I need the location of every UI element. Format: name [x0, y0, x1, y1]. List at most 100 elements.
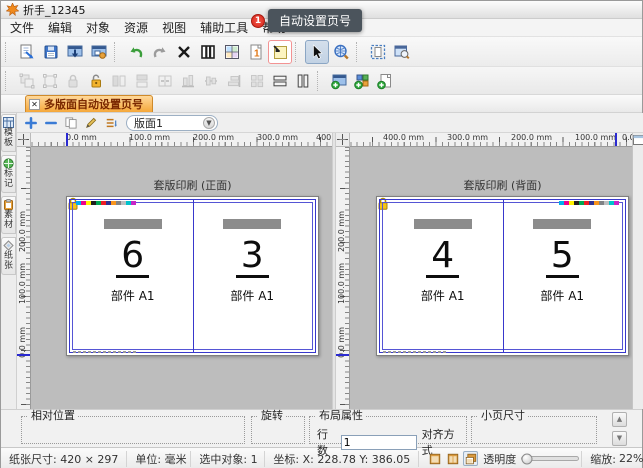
save-workspace-button[interactable]: [63, 40, 87, 64]
add-layout-item-button[interactable]: [21, 114, 40, 132]
layout-select[interactable]: 版面1 ▼: [126, 115, 218, 131]
align-bottom-icon: [179, 72, 197, 90]
selection-status: 选中对象: 1: [191, 451, 265, 467]
import-button[interactable]: [87, 40, 111, 64]
ruler-tick-label: 300.0 mm: [257, 133, 298, 142]
part-label: 部件 A1: [540, 287, 584, 304]
reorder-icon: [103, 115, 118, 130]
imposed-page[interactable]: 4 部件 A1: [383, 203, 503, 349]
group-icon: [18, 72, 36, 90]
lock-button: [61, 70, 84, 92]
view-mode-double-button[interactable]: [445, 451, 460, 466]
auto-page-number-button[interactable]: [268, 40, 292, 64]
sidebar-tab-标记[interactable]: 标记: [1, 155, 16, 193]
preview-icon: [393, 43, 411, 61]
ruler-zero-marker: [66, 133, 68, 146]
document-tab-label: 多版面自动设置页号: [44, 96, 143, 112]
vertical-ruler: 200.0 mm100.0 mm0.0 mm: [17, 147, 31, 409]
document-tab-bar: ✕ 多版面自动设置页号: [1, 95, 642, 113]
slug-line: [383, 351, 447, 353]
select-tool-button[interactable]: [305, 40, 329, 64]
add-page-icon: [376, 72, 394, 90]
sidebar-tab-素材[interactable]: 素材: [1, 196, 16, 234]
ruler-tick-label: 100.0 mm: [18, 263, 27, 304]
save-button[interactable]: [39, 40, 63, 64]
group-button: [15, 70, 38, 92]
equal-rows-button[interactable]: [268, 70, 291, 92]
fit-page-icon: [369, 43, 387, 61]
templates-icon: [3, 117, 14, 128]
toolbar-separator: [114, 42, 121, 62]
page-number: 6: [116, 238, 149, 278]
press-sheet[interactable]: 4 部件 A1 5 部件 A1: [376, 196, 629, 356]
reorder-layout-button[interactable]: [101, 114, 120, 132]
add-components-button[interactable]: [350, 70, 373, 92]
undo-button[interactable]: [124, 40, 148, 64]
scroll-up-icon[interactable]: ▲: [612, 412, 627, 427]
sidebar-tab-模板[interactable]: 模板: [1, 114, 16, 152]
layout-properties-label: 布局属性: [316, 410, 366, 422]
fit-page-button[interactable]: [366, 40, 390, 64]
add-page-button[interactable]: [373, 70, 396, 92]
menu-对象[interactable]: 对象: [79, 18, 117, 37]
right-panel-strip: [632, 133, 643, 409]
equal-rows-icon: [271, 72, 289, 90]
plate-overview-button[interactable]: [220, 40, 244, 64]
document-tab[interactable]: ✕ 多版面自动设置页号: [25, 95, 153, 112]
ruler-tick-label: 400.0 mm: [316, 133, 332, 142]
toolbar-grip: [5, 71, 12, 91]
unlock-button[interactable]: [84, 70, 107, 92]
view-mode-single-button[interactable]: [427, 451, 442, 466]
canvas-front: 0.0 mm100.0 mm200.0 mm300.0 mm400.0 mm20…: [17, 133, 332, 409]
redo-button[interactable]: [148, 40, 172, 64]
imposed-page[interactable]: 6 部件 A1: [73, 203, 193, 349]
equal-columns-button[interactable]: [291, 70, 314, 92]
horizontal-ruler: 0.0 mm100.0 mm200.0 mm300.0 mm400.0 mm: [31, 133, 332, 147]
imposed-page[interactable]: 3 部件 A1: [193, 203, 313, 349]
close-icon[interactable]: ✕: [29, 99, 40, 110]
page-area[interactable]: 套版印刷 (正面) 6 部件 A1 3 部件 A1: [31, 147, 332, 409]
save-icon: [42, 43, 60, 61]
scroll-down-icon[interactable]: ▼: [612, 431, 627, 446]
columns-view-button[interactable]: [196, 40, 220, 64]
duplicate-layout-button[interactable]: [61, 114, 80, 132]
menu-辅助工具[interactable]: 辅助工具: [193, 18, 255, 37]
view-double-icon: [446, 451, 460, 465]
callout-tooltip: 自动设置页号: [268, 9, 362, 32]
layout-toolbar: 版面1 ▼: [17, 113, 643, 133]
chevron-down-icon[interactable]: ▼: [203, 117, 215, 129]
sidebar-tab-纸张[interactable]: 纸张: [1, 237, 16, 275]
remove-layout-item-button[interactable]: [41, 114, 60, 132]
page-area[interactable]: 套版印刷 (背面) 4 部件 A1 5 部件 A1: [350, 147, 632, 409]
opacity-slider[interactable]: [521, 456, 579, 461]
ruler-origin-button[interactable]: [17, 133, 31, 147]
preview-button[interactable]: [390, 40, 414, 64]
export-document-button[interactable]: [15, 40, 39, 64]
rename-layout-button[interactable]: [81, 114, 100, 132]
panel-toggle-button[interactable]: [633, 135, 643, 145]
swap-pages-icon: [156, 72, 174, 90]
view-mode-restore-button[interactable]: [463, 451, 478, 466]
delete-icon: [175, 43, 193, 61]
properties-scrollbar[interactable]: ▲ ▼: [612, 412, 627, 446]
menu-文件[interactable]: 文件: [3, 18, 41, 37]
opacity-slider-thumb[interactable]: [522, 453, 533, 464]
ruler-origin-button[interactable]: [336, 133, 350, 147]
align-right-button: [222, 70, 245, 92]
menu-编辑[interactable]: 编辑: [41, 18, 79, 37]
menu-资源[interactable]: 资源: [117, 18, 155, 37]
add-layout-button[interactable]: [327, 70, 350, 92]
set-page-number-button[interactable]: 1: [244, 40, 268, 64]
pan-zoom-button[interactable]: [329, 40, 353, 64]
menu-视图[interactable]: 视图: [155, 18, 193, 37]
delete-button[interactable]: [172, 40, 196, 64]
rows-input[interactable]: [341, 435, 417, 450]
swap-pages-button: [153, 70, 176, 92]
slug-line: [73, 351, 137, 353]
imposed-page[interactable]: 5 部件 A1: [503, 203, 623, 349]
view-single-icon: [428, 451, 442, 465]
align-middle-button: [199, 70, 222, 92]
flip-vertical-button: [130, 70, 153, 92]
press-sheet[interactable]: 6 部件 A1 3 部件 A1: [66, 196, 319, 356]
assets-icon: [3, 199, 14, 210]
